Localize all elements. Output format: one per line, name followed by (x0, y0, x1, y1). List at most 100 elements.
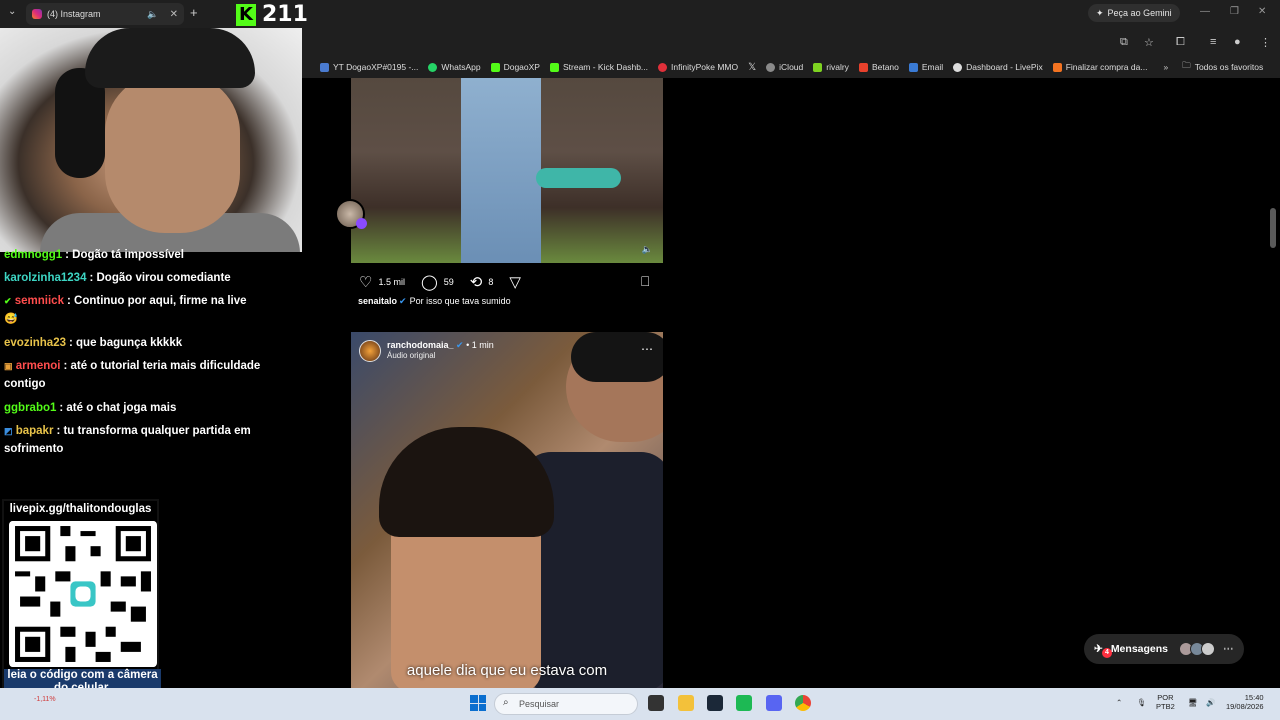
like-icon[interactable]: ♡ (359, 273, 372, 291)
qr-code (9, 521, 157, 667)
gemini-icon: ✦ (1096, 7, 1104, 18)
speaker-icon[interactable]: 🔈 (147, 9, 158, 20)
bookmark-item[interactable]: DogaoXP (490, 62, 540, 72)
like-count: 1.5 mil (378, 277, 405, 287)
network-icon[interactable]: 🖥 (1188, 698, 1198, 707)
messages-avatars (1179, 642, 1215, 656)
emoji-icon: 😅 (4, 313, 18, 325)
story-badge-icon (356, 218, 367, 229)
bookmark-item[interactable]: WhatsApp (428, 62, 481, 72)
audio-icon[interactable]: 🔈 (642, 244, 653, 255)
page-scrollbar[interactable] (1270, 208, 1276, 248)
bookmark-label: Email (921, 62, 944, 72)
new-tab-button[interactable]: + (190, 5, 198, 20)
windows-start-icon[interactable] (470, 695, 486, 711)
mic-icon[interactable]: 🎙 (1137, 698, 1147, 707)
caption-username[interactable]: senaitalo (358, 296, 397, 306)
gemini-label: Peça ao Gemini (1107, 8, 1172, 18)
story-avatar[interactable] (335, 199, 367, 229)
bookmark-star-icon[interactable]: ☆ (1144, 36, 1154, 49)
messages-button[interactable]: ✈ 4 Mensagens ⋯ (1084, 634, 1244, 664)
post-image-person-legs (461, 78, 541, 263)
close-window-icon[interactable]: ✕ (1258, 6, 1266, 17)
bookmark-item[interactable]: Betano (858, 62, 899, 72)
close-tab-icon[interactable]: ✕ (170, 9, 178, 20)
menu-kebab-icon[interactable]: ⋮ (1260, 36, 1271, 49)
bookmark-item[interactable]: Dashboard - LivePix (953, 62, 1043, 72)
reel-header: ranchodomaia_ ✔ • 1 min Áudio original (359, 340, 494, 362)
tray-chevron-icon[interactable]: ⌃ (1116, 698, 1122, 707)
save-bookmark-icon[interactable]: ⎕ (641, 273, 649, 290)
tab-title: (4) Instagram (47, 9, 101, 19)
chat-text: : Dogão virou comediante (89, 272, 231, 284)
gemini-button[interactable]: ✦ Peça ao Gemini (1088, 4, 1180, 22)
bookmark-label: DogaoXP (503, 62, 540, 72)
chat-message: ◩ bapakr: tu transforma qualquer partida… (4, 422, 294, 458)
chat-username: bapakr (15, 425, 54, 437)
chrome-icon[interactable] (795, 695, 811, 711)
livepix-qr-overlay: livepix.gg/thalitondouglas leia o código… (2, 499, 161, 701)
lang-label: POR (1157, 693, 1174, 702)
keyboard-layout[interactable]: POR PTB2 (1156, 693, 1175, 711)
app-icon[interactable] (736, 695, 752, 711)
bookmark-label: YT DogaoXP#0195 -... (333, 62, 419, 72)
all-favorites[interactable]: 🗀 Todos os favoritos (1182, 60, 1263, 74)
kick-icon (490, 62, 500, 72)
task-view-icon[interactable] (648, 695, 664, 711)
cast-icon[interactable]: ⧉ (1120, 36, 1128, 49)
more-bookmarks-chevron-icon[interactable]: » (1163, 62, 1168, 72)
maximize-icon[interactable]: ❐ (1230, 6, 1239, 17)
bookmark-item[interactable]: Stream - Kick Dashb... (549, 62, 649, 72)
chat-username: evozinha23 (4, 337, 66, 349)
bookmark-label: Stream - Kick Dashb... (562, 62, 649, 72)
chat-message: edmnogg1: Dogão tá impossível (4, 246, 294, 264)
comment-count: 59 (443, 277, 454, 287)
repost-icon[interactable]: ⟲ (470, 273, 483, 291)
browser-tab-bar: ⌄ (4) Instagram 🔈 ✕ + K 211 ✦ Peça ao Ge… (0, 0, 1280, 28)
tab-instagram[interactable]: (4) Instagram 🔈 ✕ (26, 3, 184, 25)
taskbar-search[interactable]: ⌕ Pesquisar (494, 693, 638, 715)
instagram-icon (32, 9, 42, 19)
messages-badge: 4 (1102, 648, 1112, 658)
profile-avatar[interactable]: ● (1234, 36, 1241, 48)
extensions-icon[interactable]: ⧠ (1176, 36, 1185, 49)
search-placeholder: Pesquisar (519, 699, 560, 709)
bookmark-label: iCloud (779, 62, 804, 72)
rivalry-icon (813, 62, 823, 72)
viewer-count: 211 (262, 2, 308, 27)
reel-post[interactable]: ranchodomaia_ ✔ • 1 min Áudio original ⋯… (351, 332, 663, 688)
tab-list-chevron-icon[interactable]: ⌄ (8, 6, 16, 17)
bookmark-item[interactable]: iCloud (766, 62, 803, 72)
reel-author-name[interactable]: ranchodomaia_ (387, 340, 454, 350)
bookmark-item[interactable]: YT DogaoXP#0195 -... (320, 62, 418, 72)
post-caption: senaitalo ✔ Por isso que tava sumido (358, 296, 511, 307)
bookmark-label: Finalizar compra da... (1065, 62, 1148, 72)
volume-icon[interactable]: 🔊 (1206, 698, 1215, 707)
instagram-feed: 🔈 ♡ 1.5 mil ◯ 59 ⟲ 8 ▽ ⎕ senaitalo ✔ Por isso… (302, 78, 1280, 688)
bookmark-item[interactable]: InfinityPoke MMO (658, 62, 738, 72)
chat-text: : que bagunça kkkkk (69, 337, 183, 349)
sub-badge-icon: ▣ (4, 361, 13, 371)
webcam-overlay (0, 28, 302, 252)
bookmark-item[interactable]: rivalry (813, 62, 849, 72)
steam-icon[interactable] (707, 695, 723, 711)
post-actions: ♡ 1.5 mil ◯ 59 ⟲ 8 ▽ (359, 273, 523, 291)
stock-widget[interactable]: -1,11% (34, 696, 56, 703)
tab-search-icon[interactable]: ≡ (1210, 36, 1216, 48)
minimize-icon[interactable]: — (1200, 6, 1210, 17)
file-explorer-icon[interactable] (678, 695, 694, 711)
reel-image-hair (379, 427, 554, 537)
post-media[interactable]: 🔈 (351, 78, 663, 263)
share-icon[interactable]: ▽ (509, 273, 521, 291)
discord-icon[interactable] (766, 695, 782, 711)
comment-icon[interactable]: ◯ (421, 273, 438, 291)
bookmark-item[interactable]: 𝕏X (748, 62, 756, 73)
reel-audio[interactable]: Áudio original (387, 351, 494, 360)
reel-author-avatar[interactable] (359, 340, 381, 362)
more-options-icon[interactable]: ⋯ (641, 342, 653, 356)
chat-message: evozinha23: que bagunça kkkkk (4, 334, 294, 352)
verified-icon: ✔ (456, 340, 464, 350)
bookmark-item[interactable]: Finalizar compra da... (1052, 62, 1148, 72)
clock[interactable]: 15:40 19/08/2026 (1226, 693, 1264, 711)
bookmark-item[interactable]: Email (908, 62, 944, 72)
